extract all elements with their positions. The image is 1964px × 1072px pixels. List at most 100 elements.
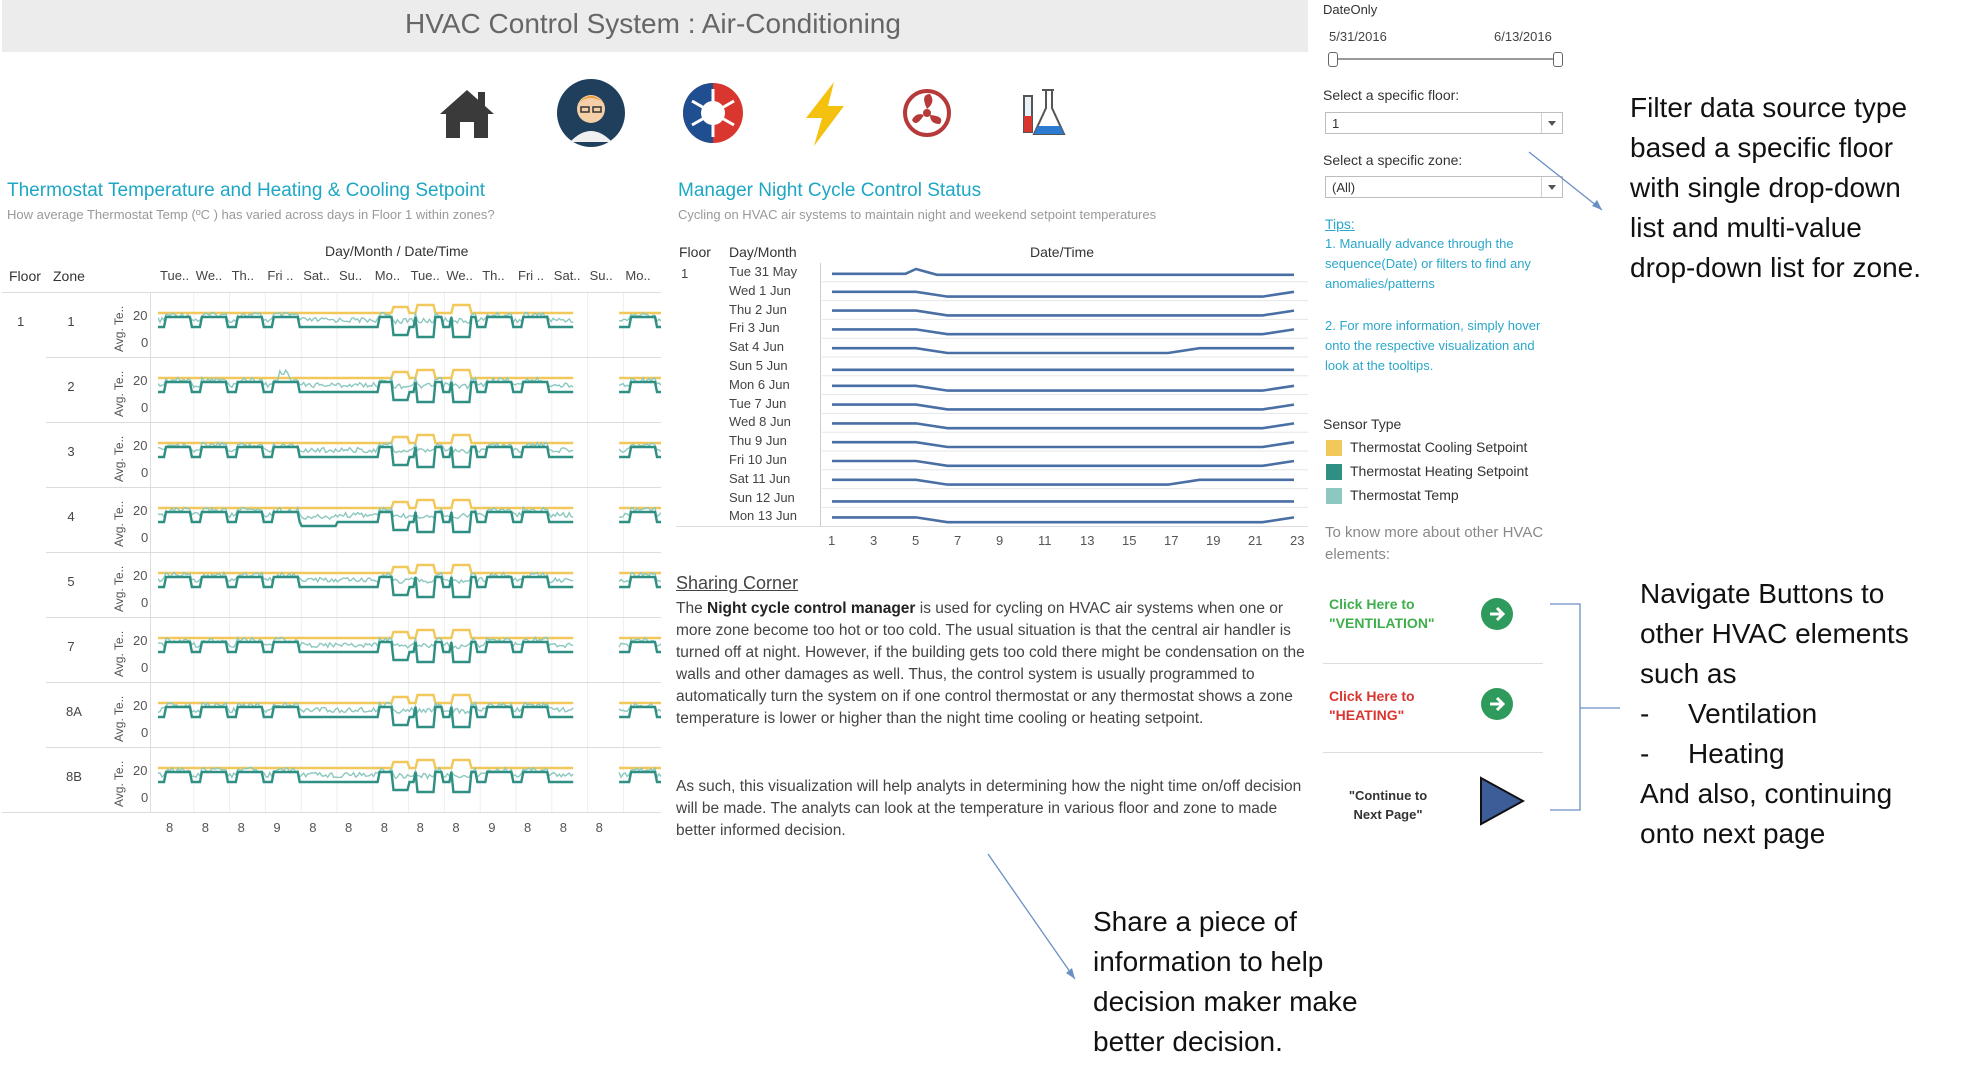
floor-dropdown[interactable]: 1 (1325, 112, 1563, 134)
heating-cooling-icon[interactable] (676, 76, 750, 150)
para1-bold: Night cycle control manager (707, 600, 916, 617)
ventilation-line1: Click Here to (1329, 596, 1415, 612)
night-day-label: Mon 6 Jun (729, 376, 790, 392)
night-daymonth-label: Day/Month (729, 244, 797, 260)
night-status-line (832, 478, 1294, 486)
legend-swatch (1326, 440, 1342, 456)
arrow-right-icon[interactable] (1481, 688, 1513, 720)
cooling-setpoint-line (158, 628, 661, 640)
home-icon[interactable] (430, 76, 504, 150)
row-divider (46, 487, 661, 488)
y-tick: 20 (133, 568, 148, 583)
annotation-line: Navigate Buttons to (1640, 578, 1885, 609)
zone-dropdown[interactable]: (All) (1325, 176, 1563, 198)
play-triangle-icon[interactable] (1477, 774, 1527, 828)
cooling-setpoint-line (158, 693, 661, 705)
ventilation-button[interactable]: Click Here to "VENTILATION" (1323, 585, 1543, 645)
date-start: 5/31/2016 (1329, 29, 1387, 44)
tip-1: 1. Manually advance through the sequence… (1325, 236, 1531, 291)
continue-next-page-button[interactable]: "Continue to Next Page" (1323, 770, 1553, 830)
lightning-icon[interactable] (788, 76, 862, 150)
thermostat-day-header: Th.. (231, 268, 254, 283)
continue-button-label: "Continue to Next Page" (1333, 786, 1443, 824)
chevron-down-icon[interactable] (1541, 177, 1562, 197)
annotation-line: with single drop-down (1630, 172, 1901, 203)
thermostat-day-header: Mo.. (374, 268, 401, 283)
night-day-label: Wed 8 Jun (729, 414, 791, 430)
night-cycle-subtitle: Cycling on HVAC air systems to maintain … (678, 207, 1157, 222)
night-day-label: Tue 31 May (729, 264, 798, 279)
night-status-line (832, 290, 1295, 298)
legend-item-label[interactable]: Thermostat Heating Setpoint (1350, 463, 1528, 479)
date-slider-track[interactable] (1333, 58, 1559, 60)
lab-flask-icon[interactable] (1004, 76, 1078, 150)
row-divider (46, 422, 661, 423)
heating-button[interactable]: Click Here to "HEATING" (1323, 678, 1543, 738)
night-x-tick: 13 (1080, 533, 1095, 548)
thermostat-day-header: Tue.. (160, 268, 190, 283)
night-status-line (832, 346, 1294, 355)
legend-swatch (1326, 488, 1342, 504)
thermostat-temp-line (158, 368, 661, 390)
y-tick: 0 (141, 530, 149, 545)
night-status-line (832, 384, 1295, 392)
zone-label: 4 (67, 509, 75, 524)
night-cycle-line-chart[interactable] (822, 263, 1308, 525)
heating-line1: Click Here to (1329, 688, 1415, 704)
thermostat-day-header: We.. (195, 268, 223, 283)
y-tick: 0 (141, 335, 149, 350)
y-axis-label: Avg. Te.. (112, 630, 126, 677)
y-axis-label: Avg. Te.. (112, 500, 126, 547)
night-datetime-label: Date/Time (1030, 244, 1095, 260)
filter-annotation: Filter data source type based a specific … (1630, 88, 1921, 288)
night-axis-line (820, 263, 821, 527)
y-tick: 20 (133, 698, 148, 713)
fan-icon[interactable] (890, 76, 964, 150)
legend-item-label[interactable]: Thermostat Temp (1350, 487, 1459, 503)
y-tick: 0 (141, 725, 149, 740)
thermostat-chart-title: Thermostat Temperature and Heating & Coo… (7, 180, 486, 201)
night-day-label: Sat 4 Jun (729, 339, 784, 355)
night-day-label: Thu 2 Jun (729, 301, 787, 317)
thermostat-column-header: Day/Month / Date/Time (325, 243, 469, 259)
arrow-right-icon[interactable] (1481, 598, 1513, 630)
row-divider (2, 292, 661, 293)
date-slider-end-handle[interactable] (1553, 52, 1563, 67)
cooling-setpoint-line (158, 433, 661, 445)
floor-column-label: Floor (9, 268, 41, 284)
nav-divider (1323, 663, 1543, 664)
y-tick: 20 (133, 308, 148, 323)
night-x-tick: 7 (954, 533, 962, 548)
chevron-down-icon[interactable] (1541, 113, 1562, 133)
zone-dropdown-value: (All) (1332, 180, 1356, 195)
thermostat-x-tick: 9 (488, 820, 496, 835)
row-divider (2, 812, 661, 813)
night-status-line (832, 459, 1295, 468)
thermostat-x-tick: 8 (595, 820, 603, 835)
night-status-line (832, 328, 1295, 336)
night-day-label: Fri 10 Jun (729, 452, 787, 467)
legend-item-label[interactable]: Thermostat Cooling Setpoint (1350, 439, 1527, 455)
cooling-setpoint-line (158, 563, 661, 575)
nav-divider (1323, 752, 1543, 753)
continue-line2: Next Page" (1353, 807, 1423, 822)
date-filter-label: DateOnly (1323, 2, 1378, 17)
zone-label: 1 (67, 314, 75, 329)
y-tick: 20 (133, 763, 148, 778)
manager-avatar-icon[interactable] (554, 76, 628, 150)
thermostat-day-header: Fri .. (267, 268, 294, 283)
thermostat-chart-subtitle: How average Thermostat Temp (ºC ) has va… (7, 207, 495, 222)
night-floor-label: Floor (679, 244, 711, 260)
heating-setpoint-line (158, 640, 661, 664)
y-axis-label: Avg. Te.. (112, 760, 126, 807)
y-tick: 20 (133, 438, 148, 453)
night-day-label: Fri 3 Jun (729, 320, 780, 336)
date-slider-start-handle[interactable] (1328, 52, 1338, 67)
row-divider (46, 357, 661, 358)
night-floor-value: 1 (681, 266, 689, 281)
thermostat-x-tick: 8 (380, 820, 389, 835)
thermostat-day-header: Sat.. (303, 268, 330, 283)
row-divider (46, 682, 661, 683)
night-day-label: Sun 12 Jun (729, 489, 795, 505)
night-status-line (832, 440, 1295, 449)
